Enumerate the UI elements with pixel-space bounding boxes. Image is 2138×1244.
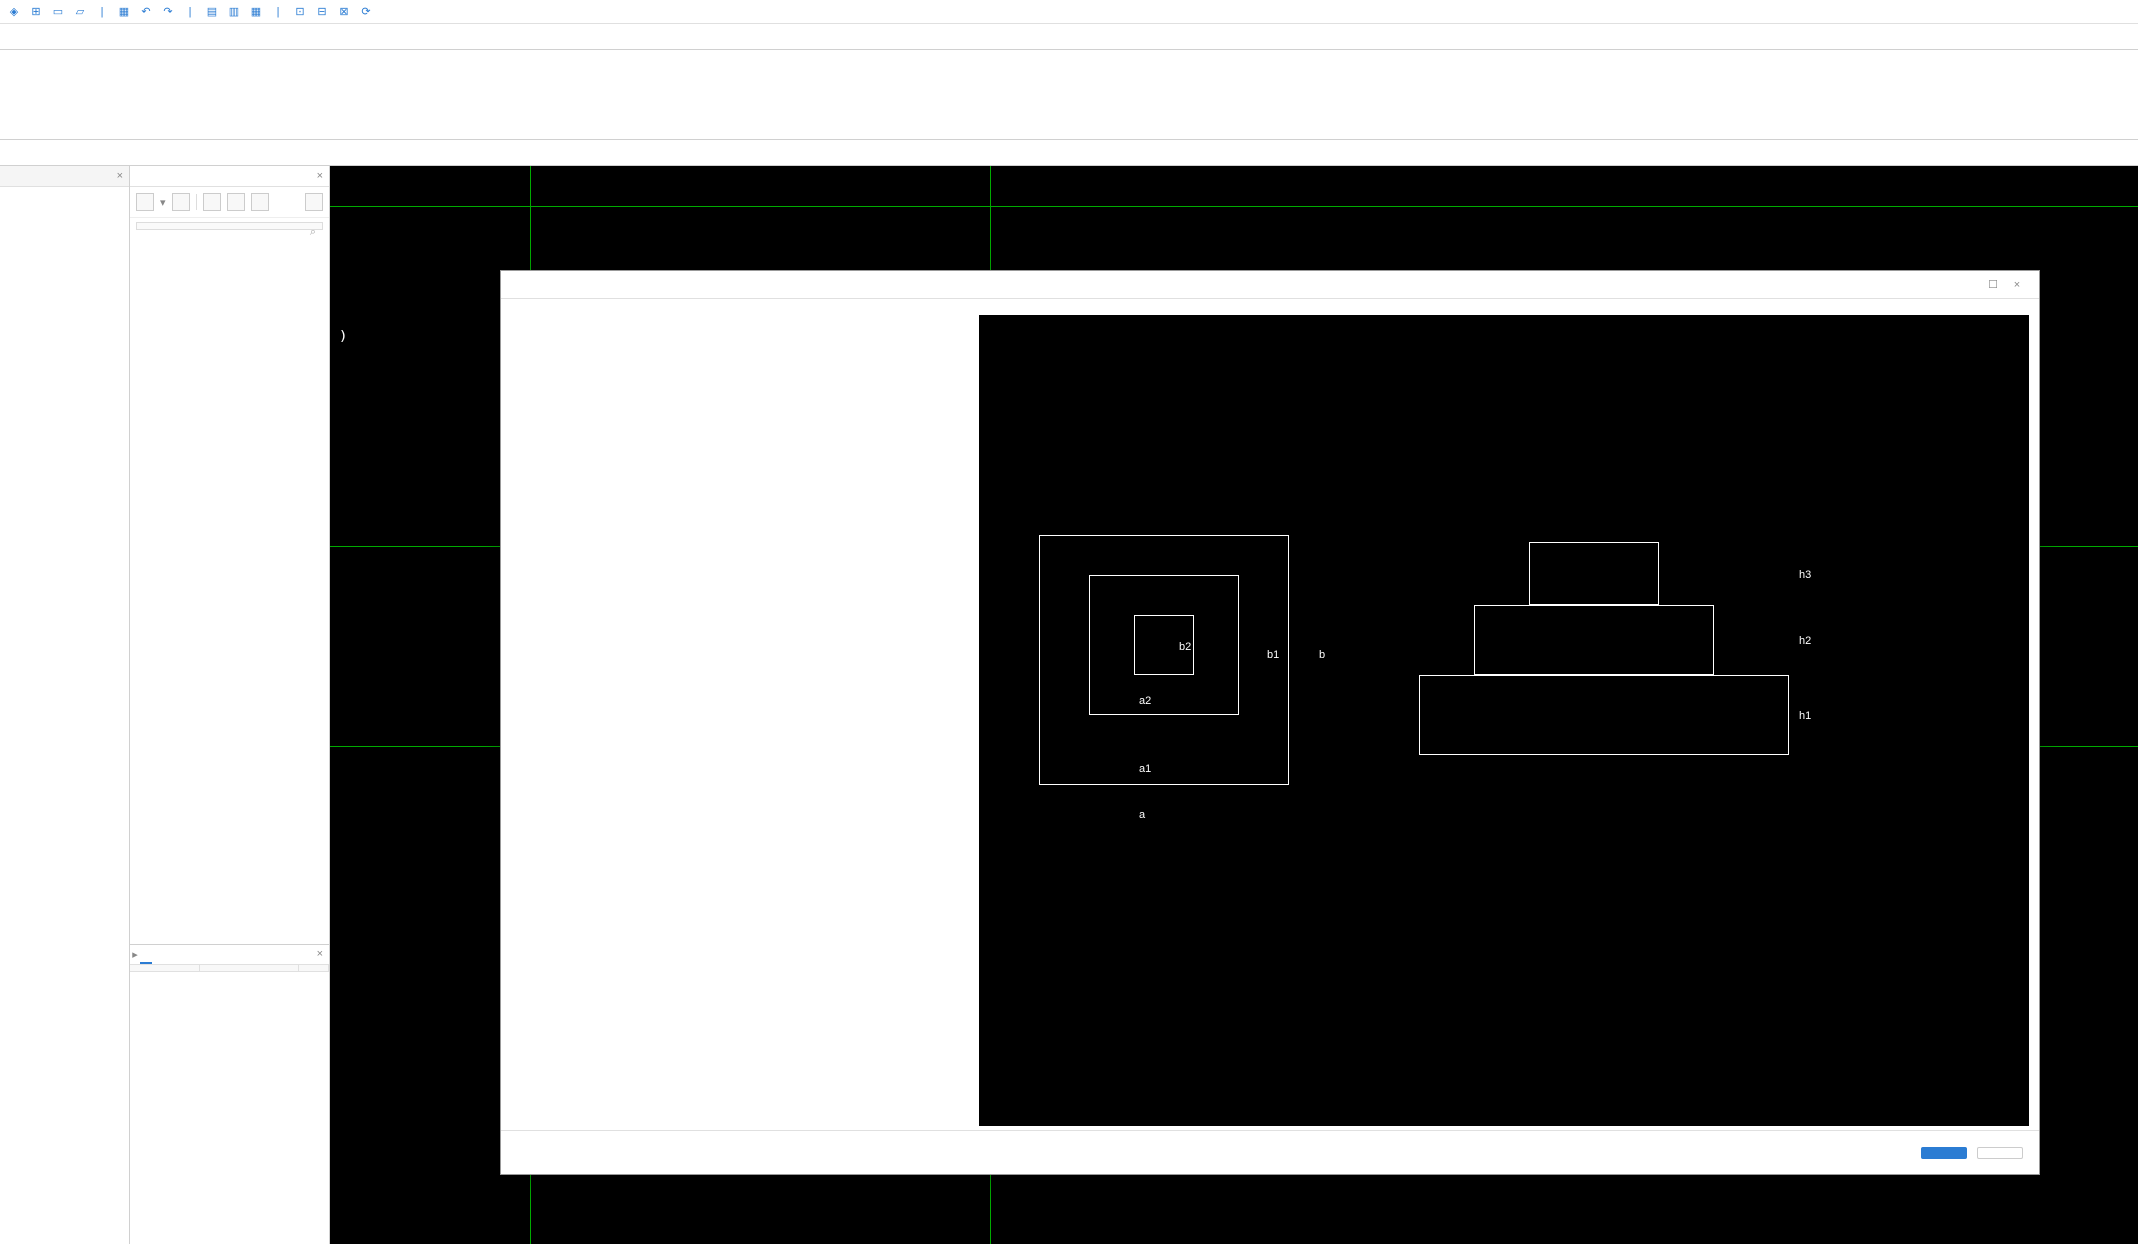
- preview-dim-h3: h3: [1799, 569, 1811, 581]
- qat-sep: |: [270, 4, 286, 20]
- preview-elev-2: [1474, 605, 1714, 675]
- cancel-button[interactable]: [1977, 1147, 2023, 1159]
- canvas-text: ⁾: [340, 326, 346, 355]
- tool-more-icon[interactable]: [305, 193, 323, 211]
- qat-icon[interactable]: ▦: [116, 4, 132, 20]
- preview-elev-1: [1419, 675, 1789, 755]
- nav-list: [0, 187, 129, 1244]
- qat-icon[interactable]: ⊞: [28, 4, 44, 20]
- component-tree: [130, 234, 329, 944]
- dialog-footer: [501, 1130, 2039, 1174]
- qat-redo-icon[interactable]: ↷: [160, 4, 176, 20]
- qat-icon[interactable]: ▤: [204, 4, 220, 20]
- preview-dim-h2: h2: [1799, 635, 1811, 647]
- tool-icon[interactable]: [203, 193, 221, 211]
- dialog-titlebar: ☐ ×: [501, 271, 2039, 299]
- property-col: [200, 965, 299, 971]
- nav-panel-title: ×: [0, 166, 129, 187]
- tool-icon[interactable]: [251, 193, 269, 211]
- preview-dim-b2: b2: [1179, 641, 1191, 653]
- qat-icon[interactable]: ▭: [50, 4, 66, 20]
- tool-new-icon[interactable]: [136, 193, 154, 211]
- search-input[interactable]: [136, 222, 323, 230]
- menu-tabs: [0, 24, 2138, 50]
- qat-icon[interactable]: ⊟: [314, 4, 330, 20]
- nav-panel: ×: [0, 166, 130, 1244]
- component-toolbar: ▾: [130, 187, 329, 218]
- ok-button[interactable]: [1921, 1147, 1967, 1159]
- component-tabs: ×: [130, 166, 329, 187]
- qat-sep: |: [94, 4, 110, 20]
- preview-dim-b1: b1: [1267, 649, 1279, 661]
- preview-dim-b: b: [1319, 649, 1325, 661]
- component-panel: × ▾ ▸ ×: [130, 166, 330, 1244]
- property-header: [130, 965, 329, 972]
- qat-icon[interactable]: ⊡: [292, 4, 308, 20]
- dialog-close-icon[interactable]: ×: [2005, 279, 2029, 291]
- property-col: [299, 965, 329, 971]
- tool-copy-icon[interactable]: [172, 193, 190, 211]
- shape-dialog: ☐ × a a1 a2 b b1: [500, 270, 2040, 1175]
- nav-close-icon[interactable]: ×: [117, 170, 123, 182]
- property-tab[interactable]: [152, 945, 164, 964]
- property-tab[interactable]: [140, 945, 152, 964]
- tool-icon[interactable]: [227, 193, 245, 211]
- property-panel: ▸ ×: [130, 944, 329, 1244]
- preview-dim-a: a: [1139, 809, 1145, 821]
- ribbon: [0, 50, 2138, 140]
- app-logo-icon: ◈: [6, 4, 22, 20]
- preview-dim-a1: a1: [1139, 763, 1151, 775]
- qat-icon[interactable]: ⟳: [358, 4, 374, 20]
- qat-icon[interactable]: ▥: [226, 4, 242, 20]
- shape-grid: [511, 315, 971, 1126]
- property-close-icon[interactable]: ×: [311, 945, 329, 964]
- dialog-maximize-icon[interactable]: ☐: [1981, 278, 2005, 291]
- property-col: [130, 965, 200, 971]
- qat-icon[interactable]: ▱: [72, 4, 88, 20]
- property-pin-icon[interactable]: ▸: [130, 945, 140, 964]
- qat-sep: |: [182, 4, 198, 20]
- qat-icon[interactable]: ▦: [248, 4, 264, 20]
- preview-dim-h1: h1: [1799, 710, 1811, 722]
- titlebar: ◈ ⊞ ▭ ▱ | ▦ ↶ ↷ | ▤ ▥ ▦ | ⊡ ⊟ ⊠ ⟳: [0, 0, 2138, 24]
- tool-dropdown-icon[interactable]: ▾: [160, 196, 166, 209]
- tool-sep: [196, 194, 197, 210]
- qat-undo-icon[interactable]: ↶: [138, 4, 154, 20]
- property-tabs: ▸ ×: [130, 945, 329, 965]
- component-close-icon[interactable]: ×: [311, 166, 329, 186]
- preview-elev-3: [1529, 542, 1659, 605]
- preview-dim-a2: a2: [1139, 695, 1151, 707]
- dialog-subtitle: [501, 299, 2039, 311]
- shape-preview: a a1 a2 b b1 b2 h1 h2 h3: [979, 315, 2029, 1126]
- property-body: [130, 972, 329, 1244]
- qat-icon[interactable]: ⊠: [336, 4, 352, 20]
- breadcrumb: [0, 140, 2138, 166]
- dialog-body: a a1 a2 b b1 b2 h1 h2 h3: [501, 311, 2039, 1130]
